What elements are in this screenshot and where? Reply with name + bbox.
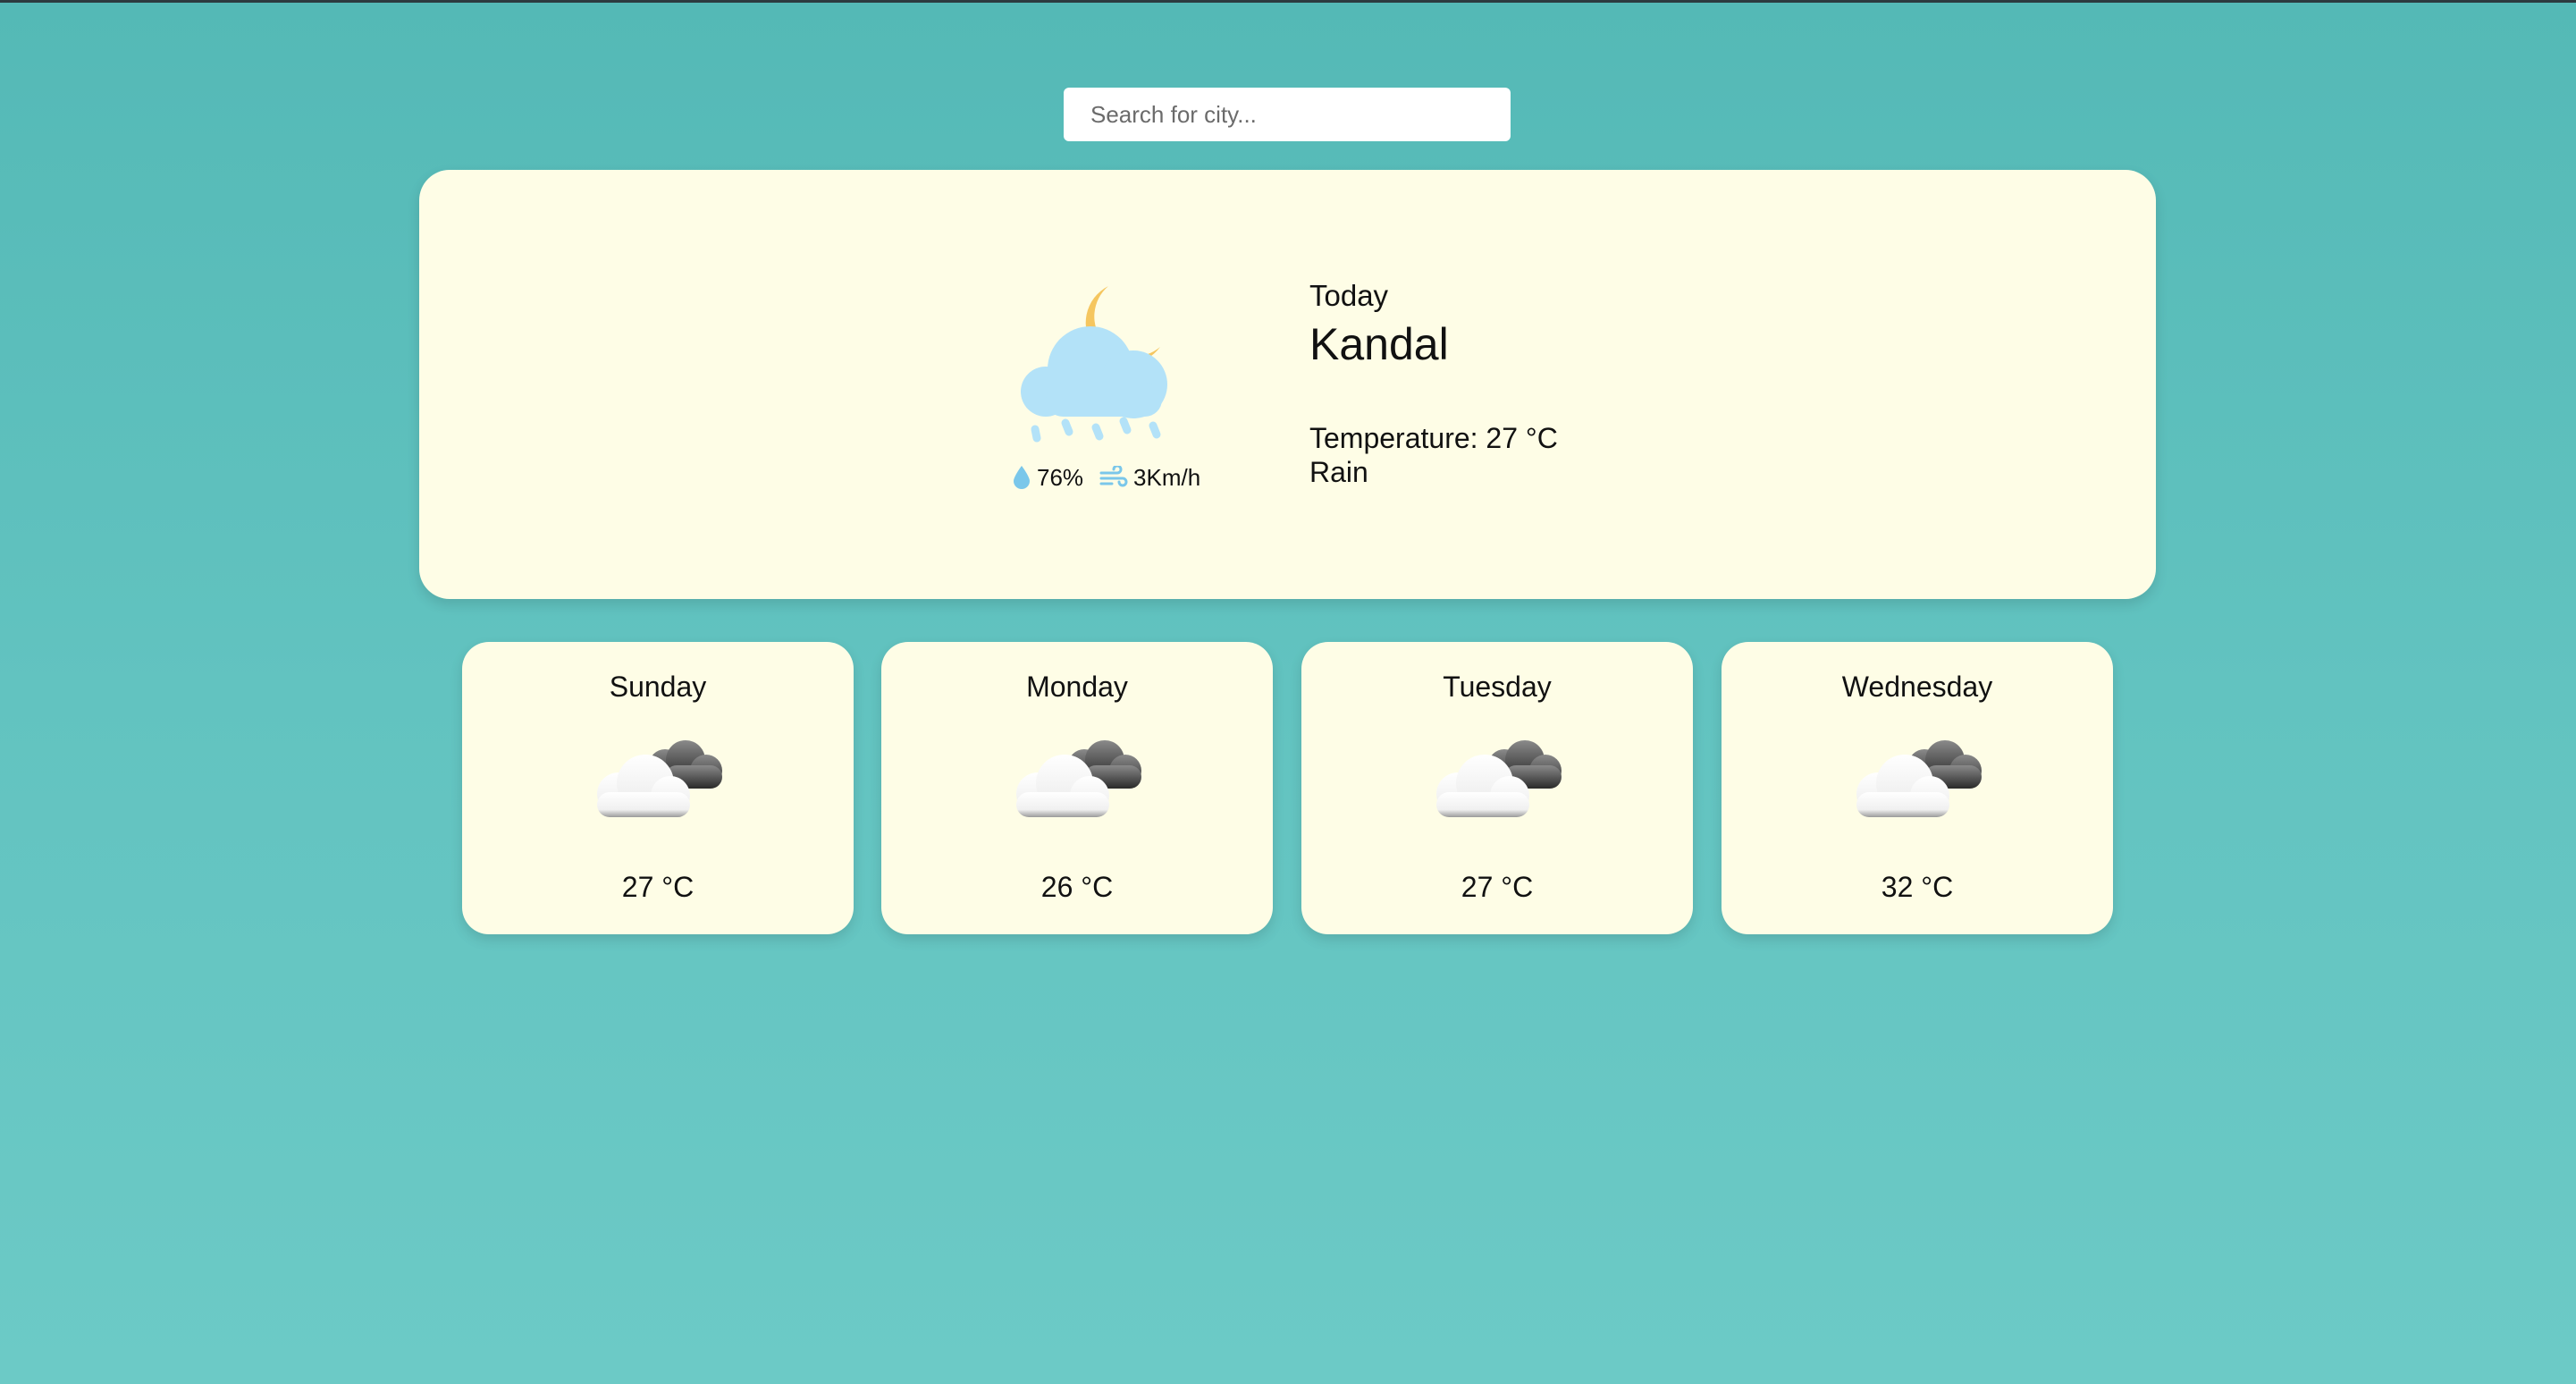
- forecast-temp: 32 °C: [1881, 871, 1954, 903]
- forecast-card-monday: Monday 26 °C: [881, 642, 1273, 934]
- forecast-temp: 27 °C: [621, 871, 695, 903]
- moon-cloud-rain-icon: [1021, 286, 1167, 443]
- humidity-stat: 76%: [1012, 464, 1083, 492]
- cloudy-icon: [1856, 740, 1982, 817]
- forecast-day: Monday: [1026, 671, 1128, 703]
- search-input[interactable]: [1064, 88, 1511, 141]
- today-info: Today Kandal: [1309, 279, 1449, 370]
- cloudy-icon: [1436, 740, 1562, 817]
- forecast-card-wednesday: Wednesday 32 °C: [1722, 642, 2113, 934]
- today-temperature: Temperature: 27 °C: [1309, 422, 1558, 454]
- today-stats: 76% 3Km/h: [1012, 461, 1216, 494]
- cloudy-icon: [1016, 740, 1141, 817]
- window-top-border: [0, 0, 2576, 3]
- forecast-card-tuesday: Tuesday 27 °C: [1301, 642, 1693, 934]
- today-condition: Rain: [1309, 456, 1368, 488]
- forecast-day: Wednesday: [1841, 671, 1993, 703]
- wind-icon: [1099, 466, 1128, 487]
- forecast-card-sunday: Sunday 27 °C: [462, 642, 854, 934]
- humidity-value: 76%: [1037, 463, 1084, 491]
- forecast-temp: 26 °C: [1040, 871, 1114, 903]
- today-label: Today: [1309, 279, 1389, 312]
- droplet-icon: [1014, 466, 1030, 489]
- forecast-day: Tuesday: [1443, 671, 1552, 703]
- wind-value: 3Km/h: [1133, 463, 1201, 491]
- forecast-day: Sunday: [609, 671, 707, 703]
- city-name: Kandal: [1309, 319, 1449, 369]
- wind-stat: 3Km/h: [1099, 464, 1200, 492]
- cloudy-icon: [597, 740, 722, 817]
- forecast-temp: 27 °C: [1461, 871, 1534, 903]
- today-weather-card: [419, 170, 2156, 599]
